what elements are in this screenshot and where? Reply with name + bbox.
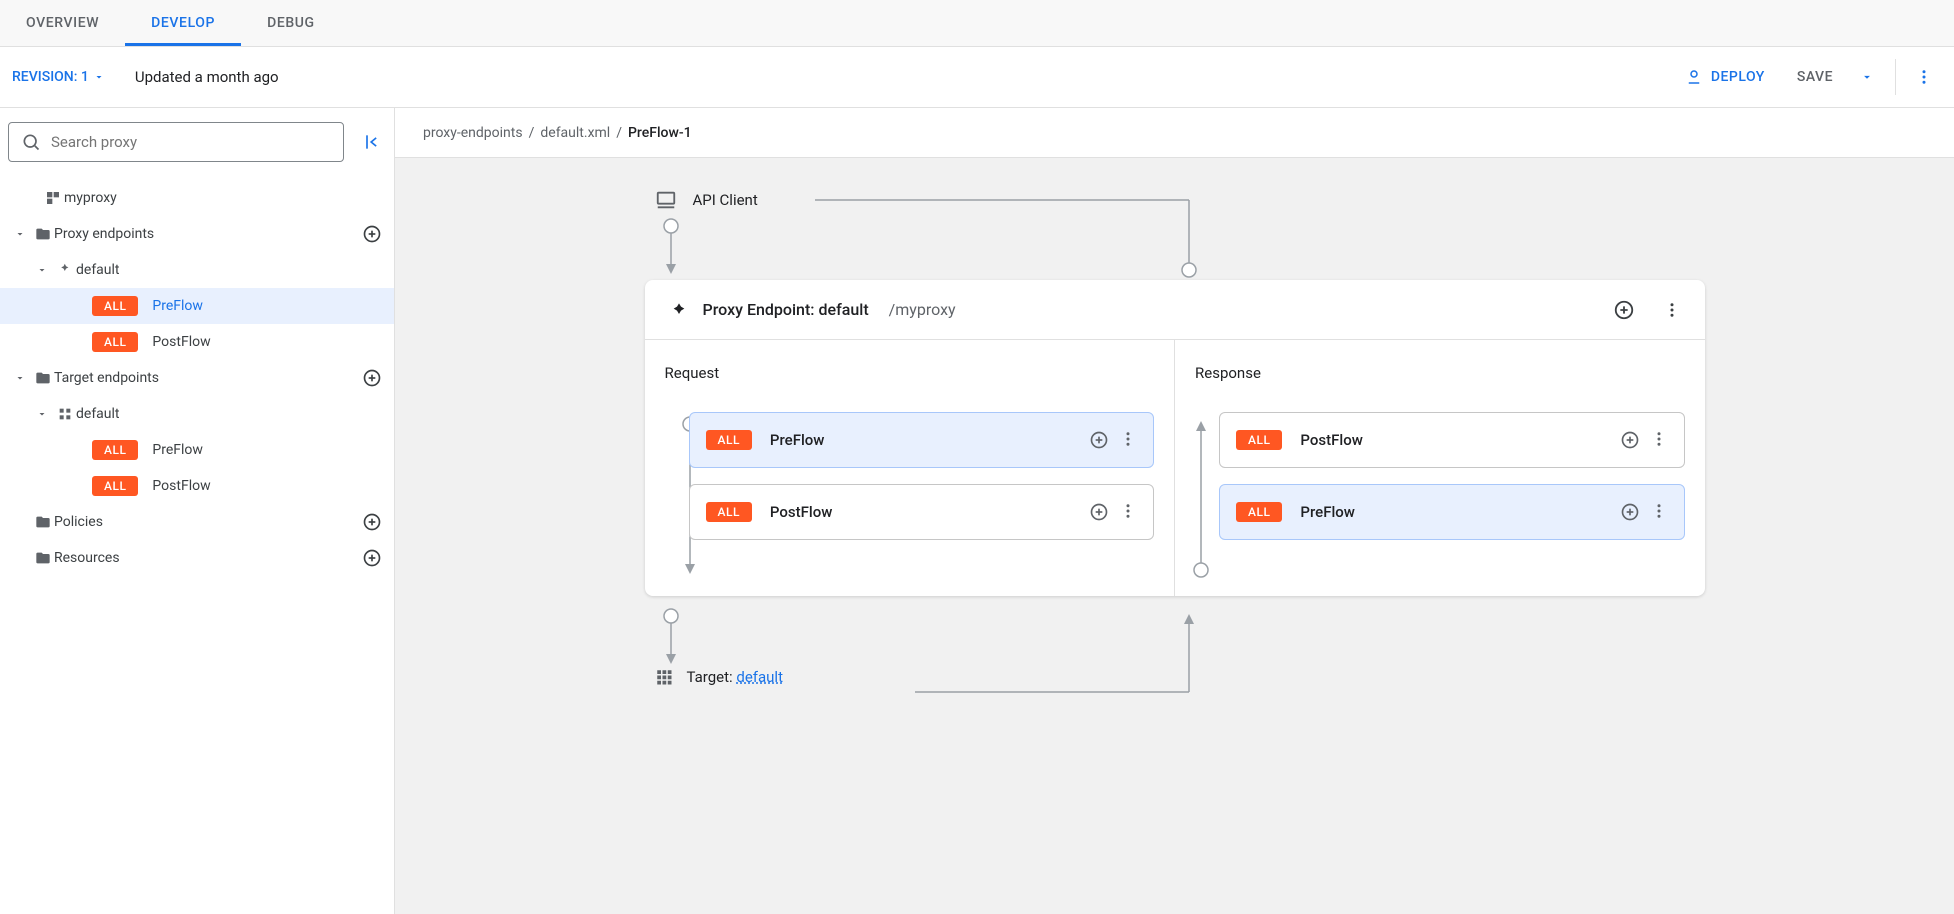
breadcrumb-part[interactable]: proxy-endpoints [423, 125, 523, 141]
all-badge: ALL [706, 430, 752, 450]
top-tabs: OVERVIEW DEVELOP DEBUG [0, 0, 1954, 47]
caret-down-icon [1860, 70, 1874, 84]
collapse-left-icon [362, 132, 382, 152]
endpoint-path: /myproxy [889, 300, 956, 319]
request-postflow[interactable]: ALL PostFlow [689, 484, 1155, 540]
tree-resources[interactable]: Resources [0, 540, 394, 576]
dashboard-icon [42, 190, 64, 206]
folder-icon [32, 226, 54, 242]
folder-icon [32, 370, 54, 386]
add-step[interactable] [1089, 430, 1109, 450]
more-vert-icon [1650, 502, 1668, 520]
endpoint-icon [669, 300, 689, 320]
tree-policies[interactable]: Policies [0, 504, 394, 540]
tree-proxy-default[interactable]: default [0, 252, 394, 288]
caret-down-icon [30, 408, 54, 420]
revision-label: REVISION: 1 [12, 69, 89, 85]
target-link[interactable]: default [736, 668, 783, 686]
flow-menu[interactable] [1650, 430, 1668, 450]
breadcrumb-current: PreFlow-1 [628, 125, 692, 141]
tree-proxy-postflow[interactable]: ALL PostFlow [0, 324, 394, 360]
monitor-icon [655, 189, 677, 211]
search-icon [21, 132, 41, 152]
add-step[interactable] [1620, 502, 1640, 522]
proxy-endpoint-card: Proxy Endpoint: default /myproxy Request… [645, 280, 1705, 596]
tree-target-default[interactable]: default [0, 396, 394, 432]
tree-proxy-endpoints[interactable]: Proxy endpoints [0, 216, 394, 252]
response-title: Response [1195, 364, 1685, 382]
add-step[interactable] [1089, 502, 1109, 522]
more-vert-icon [1119, 430, 1137, 448]
save-button[interactable]: SAVE [1781, 59, 1849, 95]
flow-menu[interactable] [1119, 502, 1137, 522]
all-badge: ALL [92, 476, 138, 496]
action-bar: REVISION: 1 Updated a month ago DEPLOY S… [0, 47, 1954, 108]
caret-down-icon [30, 264, 54, 276]
more-vert-icon [1915, 68, 1933, 86]
all-badge: ALL [706, 502, 752, 522]
caret-down-icon [8, 228, 32, 240]
folder-icon [32, 550, 54, 566]
more-vert-icon [1119, 502, 1137, 520]
collapse-sidebar[interactable] [362, 132, 382, 152]
endpoint-title: Proxy Endpoint: default [703, 300, 869, 319]
tree-root[interactable]: myproxy [0, 180, 394, 216]
add-policy[interactable] [362, 512, 382, 532]
search-input[interactable] [51, 133, 331, 151]
flow-menu[interactable] [1650, 502, 1668, 522]
request-preflow[interactable]: ALL PreFlow [689, 412, 1155, 468]
folder-icon [32, 514, 54, 530]
search-proxy[interactable] [8, 122, 344, 162]
more-vert-icon [1663, 301, 1681, 319]
target-label: Target: [687, 668, 737, 686]
tree-target-postflow[interactable]: ALL PostFlow [0, 468, 394, 504]
all-badge: ALL [1236, 430, 1282, 450]
tree-proxy-preflow[interactable]: ALL PreFlow [0, 288, 394, 324]
request-column: Request ALL PreFlow ALL [645, 340, 1175, 596]
endpoint-menu[interactable] [1663, 301, 1681, 319]
add-flow[interactable] [1613, 299, 1635, 321]
response-postflow[interactable]: ALL PostFlow [1219, 412, 1685, 468]
target-icon [54, 406, 76, 422]
caret-down-icon [8, 372, 32, 384]
endpoint-icon [54, 262, 76, 278]
response-preflow[interactable]: ALL PreFlow [1219, 484, 1685, 540]
add-proxy-endpoint[interactable] [362, 224, 382, 244]
caret-down-icon [93, 71, 105, 83]
response-column: Response ALL PostFlow ALL [1174, 340, 1705, 596]
more-vert-icon [1650, 430, 1668, 448]
updated-label: Updated a month ago [135, 68, 279, 86]
tab-develop[interactable]: DEVELOP [125, 0, 241, 46]
tab-overview[interactable]: OVERVIEW [0, 0, 125, 46]
canvas: proxy-endpoints / default.xml / PreFlow-… [395, 108, 1954, 914]
revision-dropdown[interactable]: REVISION: 1 [12, 69, 105, 85]
breadcrumb-part[interactable]: default.xml [540, 125, 610, 141]
target-node: Target: default [655, 668, 1705, 686]
deploy-button[interactable]: DEPLOY [1669, 59, 1781, 95]
all-badge: ALL [1236, 502, 1282, 522]
flow-menu[interactable] [1119, 430, 1137, 450]
grid-icon [655, 668, 673, 686]
add-target-endpoint[interactable] [362, 368, 382, 388]
all-badge: ALL [92, 296, 138, 316]
tree-target-preflow[interactable]: ALL PreFlow [0, 432, 394, 468]
tree-target-endpoints[interactable]: Target endpoints [0, 360, 394, 396]
all-badge: ALL [92, 332, 138, 352]
tab-debug[interactable]: DEBUG [241, 0, 341, 46]
save-dropdown[interactable] [1849, 59, 1885, 95]
all-badge: ALL [92, 440, 138, 460]
request-title: Request [665, 364, 1155, 382]
more-menu[interactable] [1906, 59, 1942, 95]
deploy-icon [1685, 68, 1703, 86]
sidebar: myproxy Proxy endpoints default ALL PreF… [0, 108, 395, 914]
add-resource[interactable] [362, 548, 382, 568]
breadcrumb: proxy-endpoints / default.xml / PreFlow-… [395, 108, 1954, 158]
api-client-node: API Client [655, 186, 1705, 214]
add-step[interactable] [1620, 430, 1640, 450]
